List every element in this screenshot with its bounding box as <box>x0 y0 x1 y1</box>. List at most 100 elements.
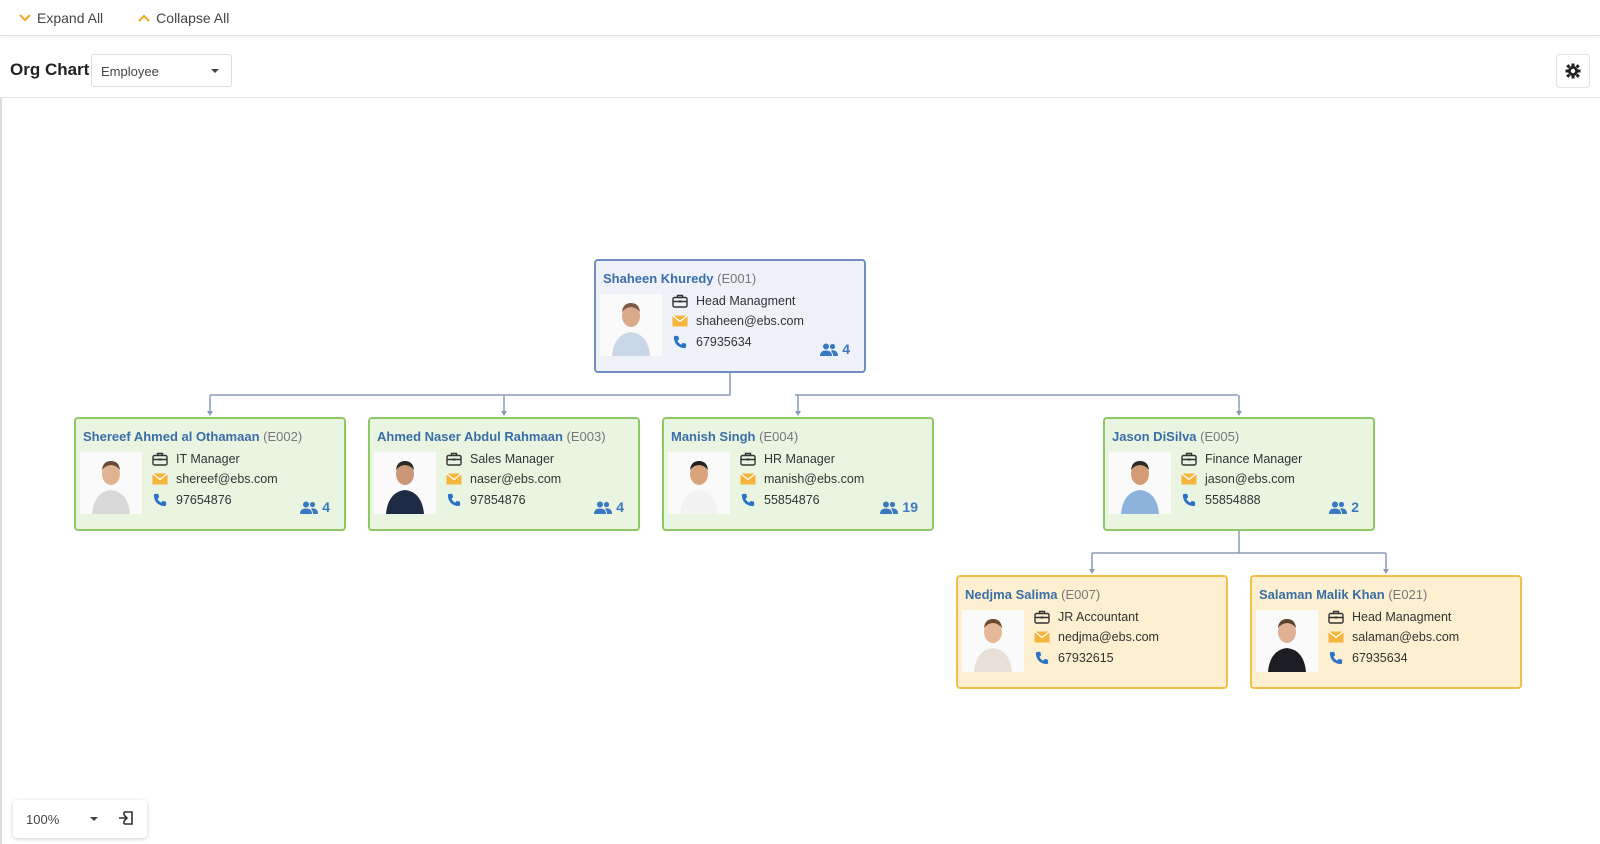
employee-email[interactable]: salaman@ebs.com <box>1352 630 1459 644</box>
employee-name[interactable]: Ahmed Naser Abdul Rahmaan <box>377 429 563 444</box>
employee-email[interactable]: manish@ebs.com <box>764 472 864 486</box>
fit-to-screen-icon[interactable] <box>118 810 134 826</box>
view-select[interactable]: Employee <box>91 54 232 87</box>
briefcase-icon <box>152 452 168 466</box>
employee-role-row: IT Manager <box>152 452 240 466</box>
employee-email[interactable]: naser@ebs.com <box>470 472 561 486</box>
employee-name-line: Shereef Ahmed al Othamaan (E002) <box>83 429 302 444</box>
avatar-image <box>1109 452 1171 514</box>
phone-icon <box>153 493 167 507</box>
employee-name[interactable]: Manish Singh <box>671 429 756 444</box>
employee-name[interactable]: Nedjma Salima <box>965 587 1058 602</box>
briefcase-icon <box>740 452 756 466</box>
employee-card[interactable]: Shaheen Khuredy (E001) Head Managment sh… <box>594 259 866 373</box>
employee-name[interactable]: Shaheen Khuredy <box>603 271 714 286</box>
employee-code: (E002) <box>263 429 303 444</box>
employee-phone-row: 67932615 <box>1034 651 1114 665</box>
reports-count-value: 4 <box>322 499 330 515</box>
briefcase-icon <box>1034 610 1050 624</box>
employee-card[interactable]: Manish Singh (E004) HR Manager manish@eb… <box>662 417 934 531</box>
direct-reports-count[interactable]: 2 <box>1329 499 1359 515</box>
employee-email-row: salaman@ebs.com <box>1328 630 1459 644</box>
employee-email[interactable]: nedjma@ebs.com <box>1058 630 1159 644</box>
employee-email[interactable]: jason@ebs.com <box>1205 472 1295 486</box>
phone-icon <box>1182 493 1196 507</box>
employee-role: Head Managment <box>696 294 796 308</box>
envelope-icon <box>1328 631 1344 643</box>
direct-reports-count[interactable]: 4 <box>594 499 624 515</box>
zoom-level-select[interactable]: 100% <box>26 812 59 827</box>
employee-code: (E021) <box>1388 587 1428 602</box>
employee-phone-row: 55854876 <box>740 493 820 507</box>
employee-role: HR Manager <box>764 452 835 466</box>
employee-code: (E003) <box>566 429 606 444</box>
employee-email-row: jason@ebs.com <box>1181 472 1295 486</box>
gear-icon <box>1565 63 1581 79</box>
settings-button[interactable] <box>1556 54 1590 88</box>
avatar-image <box>668 452 730 514</box>
employee-code: (E005) <box>1200 429 1240 444</box>
employee-role: JR Accountant <box>1058 610 1139 624</box>
briefcase-icon <box>1181 452 1197 466</box>
employee-email-row: shaheen@ebs.com <box>672 314 804 328</box>
collapse-all-button[interactable]: Collapse All <box>137 10 229 26</box>
reports-count-value: 4 <box>842 341 850 357</box>
employee-name-line: Ahmed Naser Abdul Rahmaan (E003) <box>377 429 606 444</box>
expand-all-button[interactable]: Expand All <box>18 10 103 26</box>
employee-email-row: naser@ebs.com <box>446 472 561 486</box>
employee-card[interactable]: Salaman Malik Khan (E021) Head Managment… <box>1250 575 1522 689</box>
employee-name-line: Shaheen Khuredy (E001) <box>603 271 756 286</box>
direct-reports-count[interactable]: 4 <box>820 341 850 357</box>
people-icon <box>820 343 839 356</box>
employee-name[interactable]: Jason DiSilva <box>1112 429 1197 444</box>
employee-phone-row: 55854888 <box>1181 493 1261 507</box>
employee-phone: 97654876 <box>176 493 232 507</box>
chevron-up-icon <box>138 14 150 22</box>
employee-name-line: Salaman Malik Khan (E021) <box>1259 587 1427 602</box>
reports-count-value: 4 <box>616 499 624 515</box>
envelope-icon <box>1181 473 1197 485</box>
briefcase-icon <box>672 294 688 308</box>
zoom-control: 100% <box>13 800 147 838</box>
people-icon <box>300 501 319 514</box>
employee-name-line: Jason DiSilva (E005) <box>1112 429 1239 444</box>
employee-name-line: Nedjma Salima (E007) <box>965 587 1100 602</box>
caret-down-icon[interactable] <box>90 817 98 821</box>
employee-photo <box>374 452 436 514</box>
employee-role: IT Manager <box>176 452 240 466</box>
employee-role-row: HR Manager <box>740 452 835 466</box>
direct-reports-count[interactable]: 19 <box>880 499 918 515</box>
toolbar: Expand All Collapse All <box>0 0 1600 36</box>
envelope-icon <box>446 473 462 485</box>
reports-count-value: 19 <box>902 499 918 515</box>
view-select-value: Employee <box>101 64 159 79</box>
employee-phone: 55854888 <box>1205 493 1261 507</box>
employee-card[interactable]: Nedjma Salima (E007) JR Accountant nedjm… <box>956 575 1228 689</box>
employee-phone: 67935634 <box>696 335 752 349</box>
employee-email-row: manish@ebs.com <box>740 472 864 486</box>
employee-email[interactable]: shaheen@ebs.com <box>696 314 804 328</box>
employee-card[interactable]: Shereef Ahmed al Othamaan (E002) IT Mana… <box>74 417 346 531</box>
employee-name-line: Manish Singh (E004) <box>671 429 798 444</box>
employee-name[interactable]: Salaman Malik Khan <box>1259 587 1385 602</box>
employee-card[interactable]: Ahmed Naser Abdul Rahmaan (E003) Sales M… <box>368 417 640 531</box>
employee-photo <box>1109 452 1171 514</box>
briefcase-icon <box>1328 610 1344 624</box>
caret-down-icon <box>211 69 219 73</box>
employee-name[interactable]: Shereef Ahmed al Othamaan <box>83 429 260 444</box>
avatar-image <box>80 452 142 514</box>
avatar-image <box>600 294 662 356</box>
employee-code: (E001) <box>717 271 757 286</box>
employee-card[interactable]: Jason DiSilva (E005) Finance Manager jas… <box>1103 417 1375 531</box>
employee-role-row: Finance Manager <box>1181 452 1302 466</box>
envelope-icon <box>1034 631 1050 643</box>
employee-email[interactable]: shereef@ebs.com <box>176 472 278 486</box>
phone-icon <box>1329 651 1343 665</box>
employee-phone-row: 67935634 <box>1328 651 1408 665</box>
collapse-all-label: Collapse All <box>156 9 230 26</box>
employee-role: Finance Manager <box>1205 452 1303 466</box>
avatar-image <box>962 610 1024 672</box>
employee-phone: 67932615 <box>1058 651 1114 665</box>
direct-reports-count[interactable]: 4 <box>300 499 330 515</box>
envelope-icon <box>672 315 688 327</box>
